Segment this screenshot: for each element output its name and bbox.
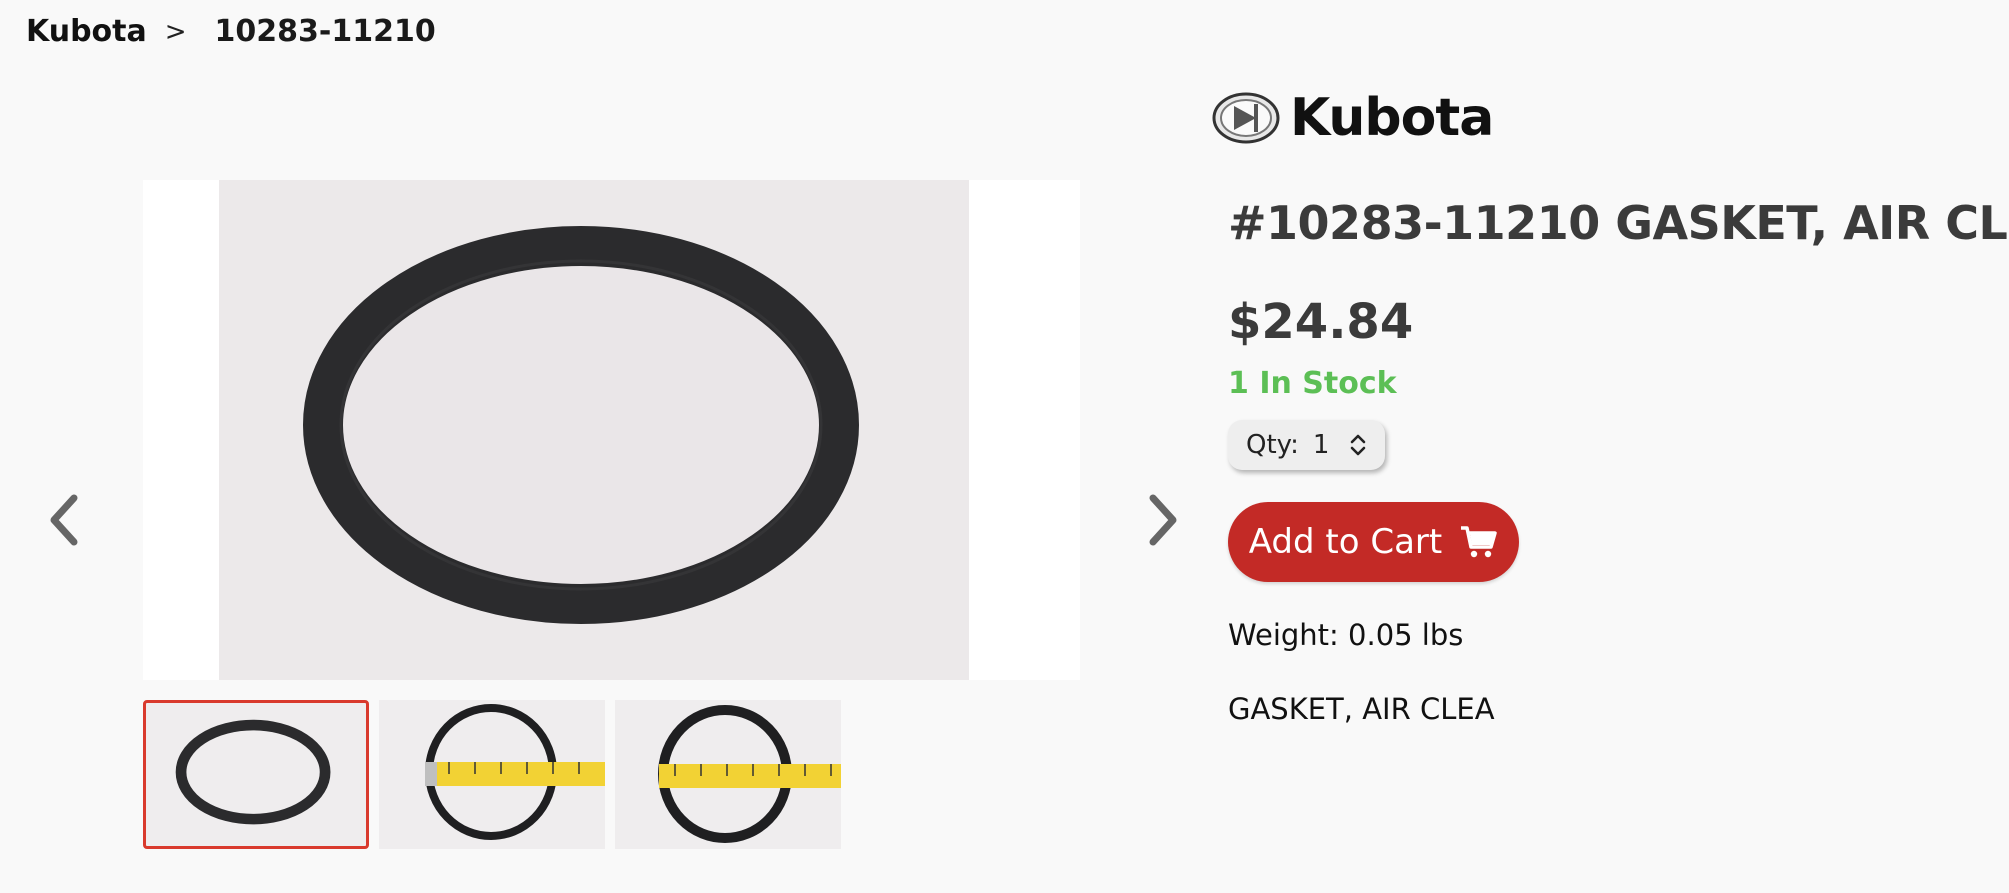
cart-icon <box>1461 526 1497 558</box>
breadcrumb: Kubota > 10283-11210 <box>26 14 436 49</box>
product-weight: Weight: 0.05 lbs <box>1228 618 1464 652</box>
breadcrumb-current-part: 10283-11210 <box>214 14 436 49</box>
chevron-left-icon <box>50 494 78 546</box>
stock-status: 1 In Stock <box>1228 366 1397 401</box>
stepper-icon[interactable] <box>1347 432 1369 458</box>
gallery-next-button[interactable] <box>1137 490 1187 550</box>
gallery-prev-button[interactable] <box>40 490 90 550</box>
breadcrumb-brand-link[interactable]: Kubota <box>26 14 147 49</box>
chevron-right-icon <box>1149 494 1177 546</box>
qty-label: Qty: <box>1246 430 1299 460</box>
main-product-image <box>143 180 1080 680</box>
breadcrumb-separator: > <box>164 16 187 47</box>
brand-logo: Kubota <box>1212 88 1494 148</box>
thumbnail-1[interactable] <box>143 700 369 849</box>
kubota-logo-icon <box>1212 92 1280 144</box>
thumbnail-2[interactable] <box>379 700 605 849</box>
add-to-cart-label: Add to Cart <box>1248 522 1443 562</box>
product-description: GASKET, AIR CLEA <box>1228 692 1495 726</box>
thumbnail-strip <box>143 700 841 849</box>
add-to-cart-button[interactable]: Add to Cart <box>1228 502 1519 582</box>
product-price: $24.84 <box>1228 294 1414 350</box>
product-title: #10283-11210 GASKET, AIR CLEA <box>1228 196 2009 250</box>
qty-value[interactable]: 1 <box>1313 430 1330 460</box>
brand-logo-wordmark: Kubota <box>1290 88 1494 148</box>
thumbnail-3[interactable] <box>615 700 841 849</box>
gasket-photo <box>219 180 969 680</box>
quantity-selector[interactable]: Qty: 1 <box>1228 420 1385 470</box>
